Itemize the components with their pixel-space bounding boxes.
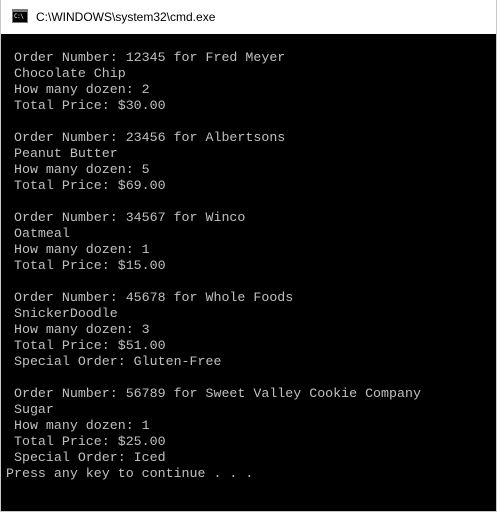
console-line: Peanut Butter (6, 146, 118, 161)
console-line: Order Number: 56789 for Sweet Valley Coo… (6, 386, 421, 401)
console-line: Order Number: 34567 for Winco (6, 210, 246, 225)
title-bar[interactable]: C:\ C:\WINDOWS\system32\cmd.exe (1, 0, 496, 34)
console-line: How many dozen: 3 (6, 322, 150, 337)
console-line: Total Price: $51.00 (6, 338, 166, 353)
cmd-console-icon[interactable]: C:\ (12, 9, 28, 23)
console-line: How many dozen: 5 (6, 162, 150, 177)
console-line: How many dozen: 1 (6, 418, 150, 433)
console-line: Total Price: $69.00 (6, 178, 166, 193)
console-output[interactable]: Order Number: 12345 for Fred Meyer Choco… (6, 34, 496, 511)
console-line: Total Price: $15.00 (6, 258, 166, 273)
console-line: Total Price: $25.00 (6, 434, 166, 449)
console-line: How many dozen: 2 (6, 82, 150, 97)
console-line: Sugar (6, 402, 54, 417)
window-title: C:\WINDOWS\system32\cmd.exe (36, 10, 216, 24)
cmd-icon-glyph: C:\ (14, 13, 24, 20)
cmd-window[interactable]: C:\ C:\WINDOWS\system32\cmd.exe Order Nu… (0, 0, 497, 512)
console-line: Order Number: 45678 for Whole Foods (6, 290, 294, 305)
console-line: SnickerDoodle (6, 306, 118, 321)
console-line: Special Order: Gluten-Free (6, 354, 222, 369)
console-line: Press any key to continue . . . (6, 466, 254, 481)
console-line: Oatmeal (6, 226, 70, 241)
console-line: Total Price: $30.00 (6, 98, 166, 113)
console-line: Special Order: Iced (6, 450, 166, 465)
console-line: Order Number: 23456 for Albertsons (6, 130, 286, 145)
console-line: How many dozen: 1 (6, 242, 150, 257)
console-line: Chocolate Chip (6, 66, 126, 81)
console-line: Order Number: 12345 for Fred Meyer (6, 50, 286, 65)
